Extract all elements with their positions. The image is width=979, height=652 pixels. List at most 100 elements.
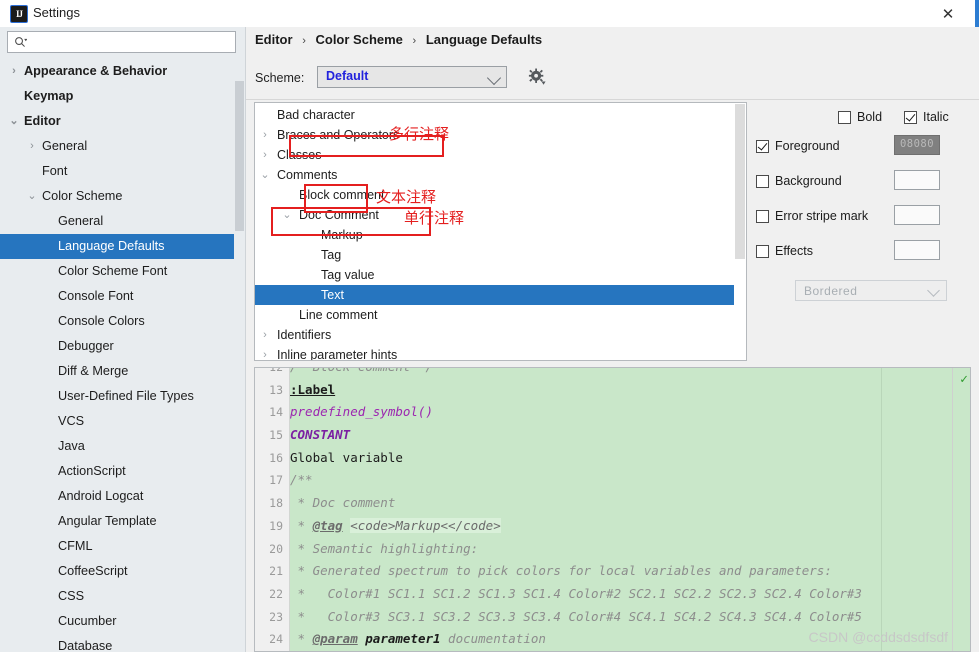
sidebar-item-label: Console Colors: [58, 314, 145, 328]
search-input[interactable]: [7, 31, 236, 53]
sidebar-item-label: Font: [42, 164, 68, 178]
chevron-down-icon[interactable]: ⌄: [8, 109, 20, 134]
background-color-swatch[interactable]: [894, 170, 940, 190]
chevron-down-icon[interactable]: ⌄: [26, 184, 38, 209]
attribute-item-label: Comments: [277, 168, 338, 182]
line-number: 23: [269, 609, 283, 624]
foreground-checkbox[interactable]: [756, 139, 769, 153]
italic-checkbox-row[interactable]: Italic: [904, 108, 949, 126]
attribute-item-label: Line comment: [299, 308, 378, 322]
chevron-down-icon: [486, 70, 502, 86]
effects-checkbox-row[interactable]: Effects: [756, 242, 813, 260]
chevron-right-icon[interactable]: ›: [259, 325, 271, 345]
color-preview-editor[interactable]: 12 /* Block comment */ 13:Label 14 predefine…: [254, 367, 971, 652]
breadcrumb: Editor › Color Scheme › Language Default…: [255, 32, 542, 47]
sidebar-item-debugger[interactable]: Debugger: [0, 334, 245, 359]
attribute-item-inline-parameter-hints[interactable]: › Inline parameter hints: [255, 345, 734, 361]
attribute-options: Bold Italic Foreground 08080 Background …: [756, 102, 971, 312]
sidebar-item-label: Color Scheme Font: [58, 264, 168, 278]
attribute-item-identifiers[interactable]: › Identifiers: [255, 325, 734, 345]
code-token: *: [290, 631, 313, 647]
sidebar-item-font[interactable]: Font: [0, 159, 245, 184]
sidebar-item-actionscript[interactable]: ActionScript: [0, 459, 245, 484]
attribute-item-line-comment[interactable]: Line comment: [255, 305, 734, 325]
breadcrumb-color-scheme[interactable]: Color Scheme: [315, 32, 402, 47]
sidebar-item-cfml[interactable]: CFML: [0, 534, 245, 559]
attribute-item-comments[interactable]: ⌄ Comments: [255, 165, 734, 185]
error-stripe-checkbox-row[interactable]: Error stripe mark: [756, 207, 868, 225]
chevron-down-icon[interactable]: ⌄: [259, 165, 271, 185]
chevron-right-icon[interactable]: ›: [8, 59, 20, 84]
error-stripe-mark-checkbox[interactable]: [756, 209, 769, 223]
sidebar-scrollbar-thumb[interactable]: [235, 81, 244, 231]
annotation-note-line-comment: 单行注释: [404, 209, 465, 227]
scheme-row: Scheme: Default: [255, 66, 971, 92]
sidebar-item-diff-merge[interactable]: Diff & Merge: [0, 359, 245, 384]
attribute-item-bad-character[interactable]: Bad character: [255, 105, 734, 125]
chevron-right-icon[interactable]: ›: [26, 134, 38, 159]
foreground-color-swatch[interactable]: 08080: [894, 135, 940, 155]
error-stripe-gutter[interactable]: ✓: [952, 368, 970, 651]
sidebar-item-css[interactable]: CSS: [0, 584, 245, 609]
line-number: 18: [269, 496, 283, 511]
code-line: 22 * Color#1 SC1.1 SC1.2 SC1.3 SC1.4 Col…: [269, 583, 952, 606]
error-stripe-color-swatch[interactable]: [894, 205, 940, 225]
sidebar-scrollbar-track[interactable]: [234, 59, 245, 652]
code-line: 15 CONSTANT: [269, 424, 952, 447]
chevron-right-icon[interactable]: ›: [259, 125, 271, 145]
attribute-item-tag-value[interactable]: Tag value: [255, 265, 734, 285]
bold-checkbox[interactable]: [838, 110, 851, 124]
sidebar-item-label: Android Logcat: [58, 489, 144, 503]
foreground-checkbox-row[interactable]: Foreground: [756, 137, 840, 155]
search-icon: [15, 37, 27, 47]
line-number: 20: [269, 541, 283, 556]
sidebar-item-label: General: [58, 214, 104, 228]
breadcrumb-language-defaults[interactable]: Language Defaults: [426, 32, 542, 47]
sidebar-item-general[interactable]: General: [0, 209, 245, 234]
title-bar: IJ Settings ✕: [0, 0, 979, 28]
scheme-select[interactable]: Default: [317, 66, 507, 88]
sidebar-item-user-defined-file-types[interactable]: User-Defined File Types: [0, 384, 245, 409]
attributes-scrollbar-thumb[interactable]: [735, 104, 745, 259]
sidebar-item-general[interactable]: › General: [0, 134, 245, 159]
breadcrumb-editor[interactable]: Editor: [255, 32, 293, 47]
settings-dialog: IJ Settings ✕ › Appearance & Behavior Keym…: [0, 0, 979, 652]
effects-checkbox[interactable]: [756, 244, 769, 258]
attributes-scrollbar-track[interactable]: [734, 103, 746, 360]
sidebar-item-label: CoffeeScript: [58, 564, 128, 578]
attribute-item-tag[interactable]: Tag: [255, 245, 734, 265]
close-icon[interactable]: ✕: [925, 0, 971, 27]
sidebar-item-java[interactable]: Java: [0, 434, 245, 459]
sidebar-item-editor[interactable]: ⌄ Editor: [0, 109, 245, 134]
background-checkbox[interactable]: [756, 174, 769, 188]
scheme-label: Scheme:: [255, 71, 305, 85]
sidebar-item-vcs[interactable]: VCS: [0, 409, 245, 434]
sidebar-item-angular-template[interactable]: Angular Template: [0, 509, 245, 534]
attribute-item-label: Inline parameter hints: [277, 348, 398, 361]
bold-checkbox-row[interactable]: Bold: [838, 108, 882, 126]
sidebar-item-label: VCS: [58, 414, 85, 428]
sidebar-item-appearance-behavior[interactable]: › Appearance & Behavior: [0, 59, 245, 84]
settings-tree[interactable]: › Appearance & Behavior Keymap ⌄ Editor › Gene…: [0, 59, 245, 652]
chevron-right-icon[interactable]: ›: [259, 145, 271, 165]
italic-checkbox[interactable]: [904, 110, 917, 124]
sidebar-item-cucumber[interactable]: Cucumber: [0, 609, 245, 634]
attribute-item-text[interactable]: Text: [255, 285, 734, 305]
sidebar-item-keymap[interactable]: Keymap: [0, 84, 245, 109]
sidebar-item-color-scheme[interactable]: ⌄ Color Scheme: [0, 184, 245, 209]
effects-color-swatch[interactable]: [894, 240, 940, 260]
preview-code[interactable]: 12 /* Block comment */ 13:Label 14 predefine…: [269, 368, 952, 651]
effect-type-select[interactable]: Bordered: [795, 280, 947, 301]
background-checkbox-row[interactable]: Background: [756, 172, 842, 190]
sidebar-item-console-colors[interactable]: Console Colors: [0, 309, 245, 334]
code-line: 19 * @tag <code>Markup<</code>: [269, 515, 952, 538]
sidebar-item-language-defaults[interactable]: Language Defaults: [0, 234, 245, 259]
chevron-right-icon[interactable]: ›: [259, 345, 271, 360]
sidebar-item-database[interactable]: Database: [0, 634, 245, 652]
gear-icon[interactable]: [528, 68, 546, 86]
sidebar-item-android-logcat[interactable]: Android Logcat: [0, 484, 245, 509]
sidebar-item-label: Diff & Merge: [58, 364, 129, 378]
sidebar-item-coffeescript[interactable]: CoffeeScript: [0, 559, 245, 584]
sidebar-item-color-scheme-font[interactable]: Color Scheme Font: [0, 259, 245, 284]
sidebar-item-console-font[interactable]: Console Font: [0, 284, 245, 309]
